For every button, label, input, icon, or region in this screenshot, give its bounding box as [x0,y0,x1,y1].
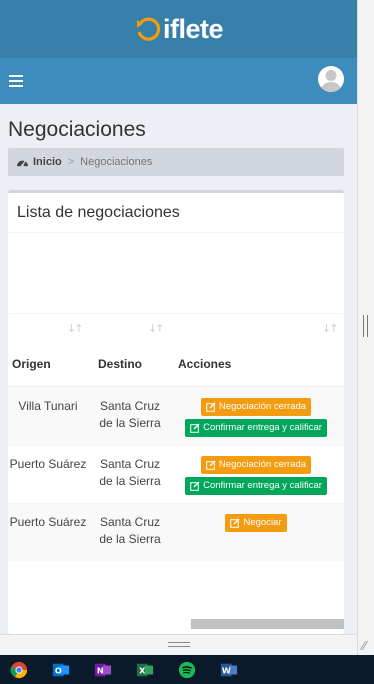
cell-origen: Puerto Suárez [9,457,87,471]
column-header-acciones[interactable]: Acciones [178,357,231,371]
button-label: Negociación cerrada [218,459,307,470]
page-title: Negociaciones [8,118,146,141]
tachometer-icon [17,159,28,167]
box-title: Lista de negociaciones [17,203,180,221]
negociar-button[interactable]: Negociar [225,514,287,532]
column-header-origen[interactable]: Origen [12,357,51,371]
negociacion-cerrada-button[interactable]: Negociación cerrada [200,398,312,416]
cell-destino: Santa Cruz de la Sierra [99,457,161,488]
button-label: Negociación cerrada [218,401,307,412]
vertical-splitter[interactable] [357,0,374,655]
edit-icon [206,460,216,470]
cell-destino: Santa Cruz de la Sierra [99,399,161,430]
cell-origen: Puerto Suárez [9,515,87,529]
scrollbar-thumb[interactable] [191,619,344,629]
excel-icon[interactable]: X [134,659,156,681]
splitter-grip-icon[interactable] [168,642,190,647]
confirmar-entrega-button[interactable]: Confirmar entrega y calificar [185,419,327,437]
edit-icon [206,402,216,412]
logo-text: iflete [162,13,224,44]
navbar [0,58,357,104]
cell-destino: Santa Cruz de la Sierra [99,515,161,546]
logo[interactable]: iflete [134,13,224,45]
edit-icon [230,518,240,528]
breadcrumb-current: Negociaciones [80,156,153,168]
table-header-row: Origen Destino Acciones [8,343,344,387]
word-icon[interactable]: W [218,659,240,681]
breadcrumb-home-label: Inicio [33,156,62,168]
onenote-icon[interactable]: N [92,659,114,681]
edit-icon [190,481,200,491]
row-actions: Negociar [168,514,344,532]
column-header-destino[interactable]: Destino [98,357,142,371]
svg-text:O: O [55,665,62,675]
sort-icon[interactable]: ↓↑ [148,322,165,335]
button-label: Negociar [243,517,282,528]
logo-bar: iflete [0,0,357,58]
breadcrumb-separator: > [67,156,75,168]
resize-grip-icon[interactable]: ⁄⁄ [362,640,372,652]
confirmar-entrega-button[interactable]: Confirmar entrega y calificar [185,477,327,495]
app-window: iflete Negociaciones Inicio > Negociacio… [0,0,357,634]
row-actions: Negociación cerrada Confirmar entrega y … [168,398,344,437]
table-row: Villa Tunari Santa Cruz de la Sierra Neg… [8,387,344,445]
breadcrumb: Inicio > Negociaciones [8,148,344,176]
box-header: Lista de negociaciones [8,193,344,233]
negotiations-table: ↓↑ ↓↑ ↓↑ Origen Destino Acciones Villa T… [8,313,344,561]
sort-row: ↓↑ ↓↑ ↓↑ [8,313,344,343]
breadcrumb-home-link[interactable]: Inicio [16,156,62,168]
svg-text:W: W [222,665,231,675]
outlook-icon[interactable]: O [50,659,72,681]
svg-text:X: X [139,665,146,675]
splitter-grip-icon[interactable] [363,315,368,337]
user-avatar-icon[interactable] [318,66,344,92]
spotify-icon[interactable] [176,659,198,681]
negociacion-cerrada-button[interactable]: Negociación cerrada [200,456,312,474]
horizontal-splitter[interactable] [0,634,357,655]
sort-icon[interactable]: ↓↑ [67,322,84,335]
row-actions: Negociación cerrada Confirmar entrega y … [168,456,344,495]
taskbar: O N X W [0,655,374,684]
negotiations-box: Lista de negociaciones ↓↑ ↓↑ ↓↑ Origen D… [8,190,344,634]
table-row: Puerto Suárez Santa Cruz de la Sierra Ne… [8,503,344,561]
horizontal-scrollbar[interactable] [8,619,344,629]
edit-icon [190,423,200,433]
sort-icon[interactable]: ↓↑ [322,322,339,335]
cell-origen: Villa Tunari [18,399,78,413]
chrome-icon[interactable] [8,659,30,681]
svg-text:N: N [97,665,104,675]
button-label: Confirmar entrega y calificar [203,422,322,433]
logo-refresh-icon [136,17,161,41]
table-row: Puerto Suárez Santa Cruz de la Sierra Ne… [8,445,344,503]
button-label: Confirmar entrega y calificar [203,480,322,491]
hamburger-icon[interactable] [9,73,23,89]
